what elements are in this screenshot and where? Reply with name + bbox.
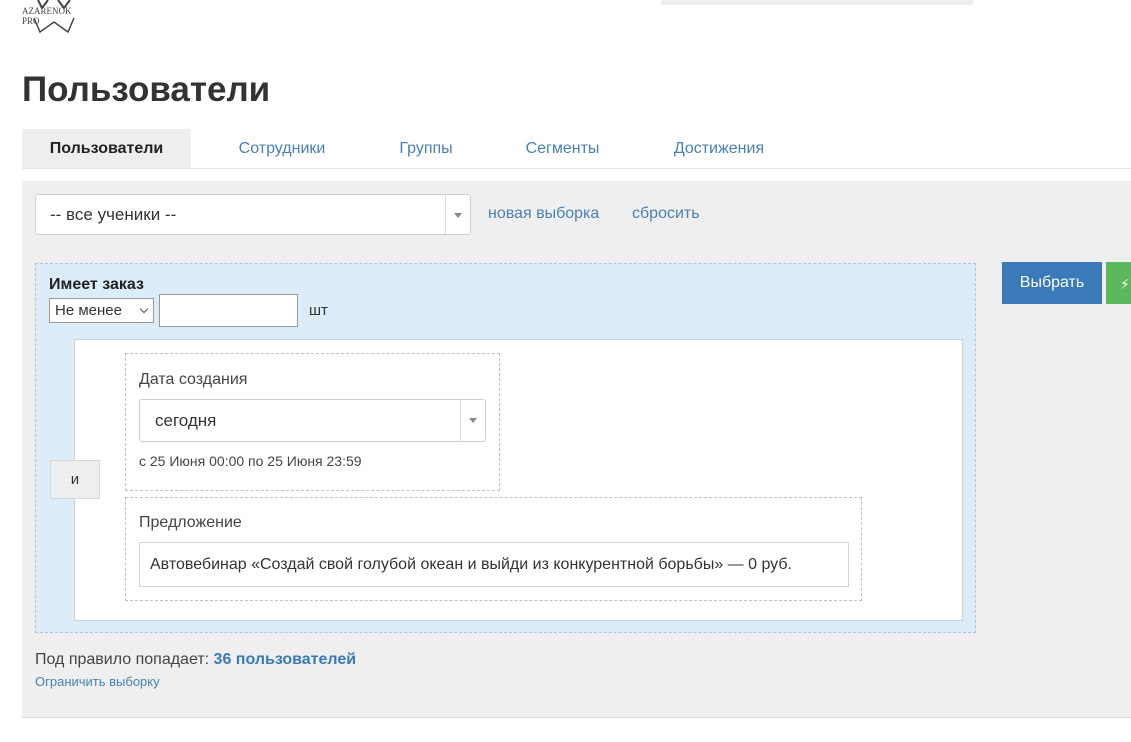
offer-field[interactable]: Автовебинар «Создай свой голубой океан и… bbox=[139, 542, 849, 587]
tab-achievements[interactable]: Достижения bbox=[645, 129, 793, 168]
unit-label: шт bbox=[309, 302, 328, 319]
bolt-icon: ⚡ bbox=[1120, 276, 1130, 292]
date-range-hint: с 25 Июня 00:00 по 25 Июня 23:59 bbox=[139, 453, 362, 469]
tab-segments[interactable]: Сегменты bbox=[500, 129, 625, 168]
chevron-down-icon bbox=[139, 304, 149, 314]
and-operator-button[interactable]: и bbox=[50, 460, 100, 499]
tab-users[interactable]: Пользователи bbox=[22, 129, 191, 168]
date-select-value: сегодня bbox=[155, 411, 217, 430]
rule-title: Имеет заказ bbox=[49, 276, 144, 293]
brand-logo[interactable]: AZARENOK PRO bbox=[18, 0, 90, 36]
tab-employees[interactable]: Сотрудники bbox=[212, 129, 352, 168]
dropdown-arrow-icon bbox=[454, 213, 462, 218]
result-summary: Под правило попадает: 36 пользователей bbox=[35, 651, 356, 669]
select-button[interactable]: Выбрать bbox=[1002, 262, 1102, 304]
result-prefix: Под правило попадает: bbox=[35, 651, 210, 668]
date-condition: Дата создания сегодня с 25 Июня 00:00 по… bbox=[125, 353, 500, 491]
tab-groups[interactable]: Группы bbox=[372, 129, 480, 168]
operator-select-value: Не менее bbox=[55, 302, 122, 319]
date-select-toggle[interactable] bbox=[460, 400, 485, 441]
order-count-input[interactable] bbox=[159, 294, 298, 327]
date-condition-label: Дата создания bbox=[139, 371, 248, 388]
page-title: Пользователи bbox=[22, 70, 271, 109]
tab-bar: Пользователи Сотрудники Группы Сегменты … bbox=[22, 129, 1131, 169]
segment-select[interactable]: -- все ученики -- bbox=[35, 194, 471, 235]
logo-text: AZARENOK PRO bbox=[22, 6, 72, 26]
operator-select[interactable]: Не менее bbox=[49, 298, 154, 323]
save-segment-button[interactable]: ⚡ bbox=[1106, 262, 1131, 304]
new-selection-link[interactable]: новая выборка bbox=[488, 205, 599, 223]
filter-panel: -- все ученики -- новая выборка сбросить… bbox=[22, 181, 1131, 718]
date-select[interactable]: сегодня bbox=[139, 399, 486, 442]
rule-box: Имеет заказ Не менее шт и Дата создания … bbox=[35, 263, 976, 633]
result-count-link[interactable]: 36 пользователей bbox=[214, 651, 357, 668]
reset-link[interactable]: сбросить bbox=[632, 205, 700, 223]
dropdown-arrow-icon bbox=[469, 418, 477, 423]
segment-select-value: -- все ученики -- bbox=[50, 205, 177, 224]
top-search-bar[interactable] bbox=[661, 0, 973, 5]
restrict-selection-link[interactable]: Ограничить выборку bbox=[35, 674, 160, 689]
offer-condition: Предложение Автовебинар «Создай свой гол… bbox=[125, 497, 862, 601]
segment-select-toggle[interactable] bbox=[445, 195, 470, 234]
offer-field-value: Автовебинар «Создай свой голубой океан и… bbox=[150, 556, 792, 573]
conditions-box: и Дата создания сегодня с 25 Июня 00:00 … bbox=[50, 339, 963, 621]
offer-condition-label: Предложение bbox=[139, 514, 242, 531]
